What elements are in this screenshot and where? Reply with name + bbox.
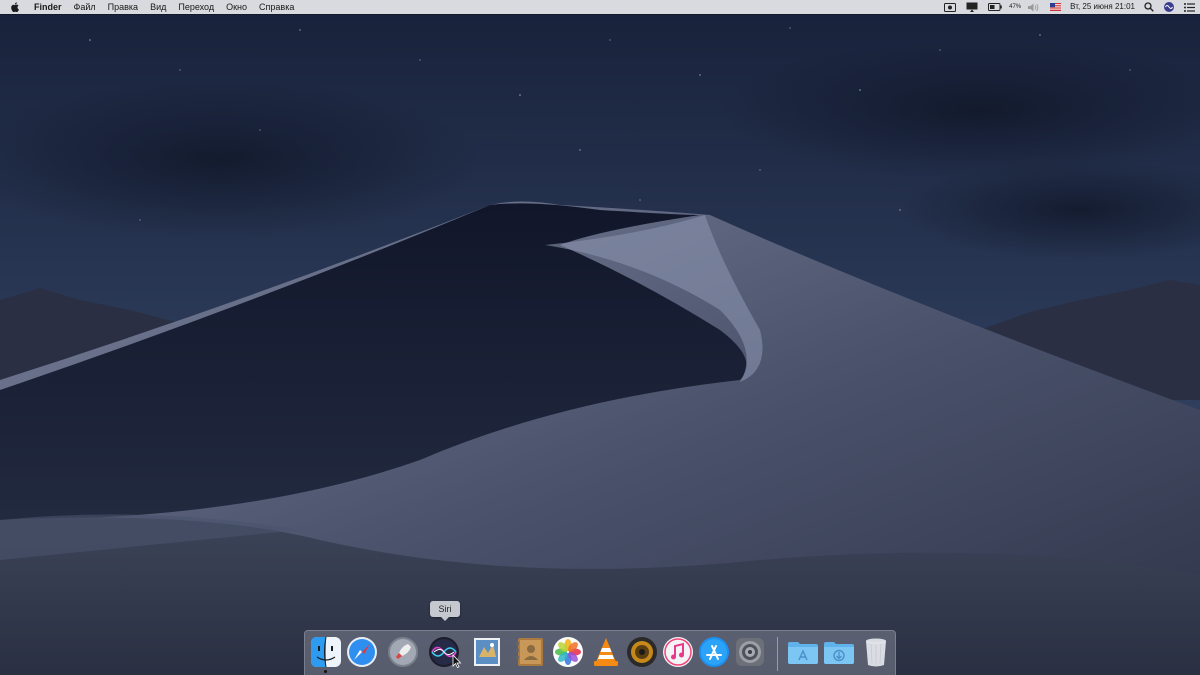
dock-trash[interactable] xyxy=(859,635,893,669)
dock-mail[interactable] xyxy=(470,635,504,669)
dock-contacts[interactable] xyxy=(513,635,547,669)
dock-photos[interactable] xyxy=(551,635,585,669)
vlc-icon xyxy=(594,638,618,666)
battery-percent: 47% xyxy=(1009,4,1022,10)
airplay-display-icon[interactable] xyxy=(961,0,983,14)
dock-downloads-folder[interactable] xyxy=(822,635,856,669)
dock-system-preferences[interactable] xyxy=(733,635,767,669)
volume-icon[interactable] xyxy=(1023,0,1045,14)
mouse-cursor-icon xyxy=(452,654,462,668)
photos-icon xyxy=(553,637,583,667)
notification-center-icon[interactable] xyxy=(1179,0,1200,14)
dock xyxy=(304,630,896,675)
speaker-icon xyxy=(627,637,657,667)
menu-file[interactable]: Файл xyxy=(68,0,102,14)
menu-bar-left: Finder Файл Правка Вид Переход Окно Спра… xyxy=(0,0,300,14)
safari-icon xyxy=(347,637,377,667)
dock-tooltip: Siri xyxy=(430,601,460,621)
trash-icon xyxy=(866,638,886,667)
downloads-folder-icon xyxy=(824,642,854,664)
desktop-wallpaper xyxy=(0,0,1200,675)
menu-app-finder[interactable]: Finder xyxy=(30,0,68,14)
menu-bar-right: 47% Вт, 25 июня 21:01 xyxy=(939,0,1200,14)
finder-running-indicator xyxy=(324,670,327,673)
itunes-icon xyxy=(663,637,693,667)
siri-status-icon[interactable] xyxy=(1159,0,1179,14)
mail-icon xyxy=(474,638,500,666)
dock-safari[interactable] xyxy=(345,635,379,669)
dock-speaker-app[interactable] xyxy=(625,635,659,669)
menu-window[interactable]: Окно xyxy=(220,0,253,14)
apple-menu[interactable] xyxy=(0,2,30,12)
dock-app-store[interactable] xyxy=(697,635,731,669)
menu-go[interactable]: Переход xyxy=(172,0,220,14)
menu-bar-clock[interactable]: Вт, 25 июня 21:01 xyxy=(1066,0,1139,14)
dock-itunes[interactable] xyxy=(661,635,695,669)
battery-icon[interactable] xyxy=(983,0,1007,14)
dock-vlc[interactable] xyxy=(589,635,623,669)
search-icon[interactable] xyxy=(1139,0,1159,14)
menu-bar: Finder Файл Правка Вид Переход Окно Спра… xyxy=(0,0,1200,14)
dock-finder[interactable] xyxy=(309,635,343,669)
applications-folder-icon xyxy=(788,642,818,664)
screen-record-icon[interactable] xyxy=(939,0,961,14)
app-store-icon xyxy=(699,637,729,667)
system-preferences-icon xyxy=(736,638,764,666)
dock-applications-folder[interactable] xyxy=(786,635,820,669)
contacts-icon xyxy=(516,638,543,666)
launchpad-icon xyxy=(388,637,418,667)
dock-launchpad[interactable] xyxy=(386,635,420,669)
menu-help[interactable]: Справка xyxy=(253,0,300,14)
apple-logo-icon xyxy=(10,2,19,12)
menu-edit[interactable]: Правка xyxy=(102,0,144,14)
dock-divider xyxy=(777,637,778,671)
us-flag-input-icon[interactable] xyxy=(1045,0,1066,14)
menu-view[interactable]: Вид xyxy=(144,0,172,14)
finder-icon xyxy=(311,636,341,668)
